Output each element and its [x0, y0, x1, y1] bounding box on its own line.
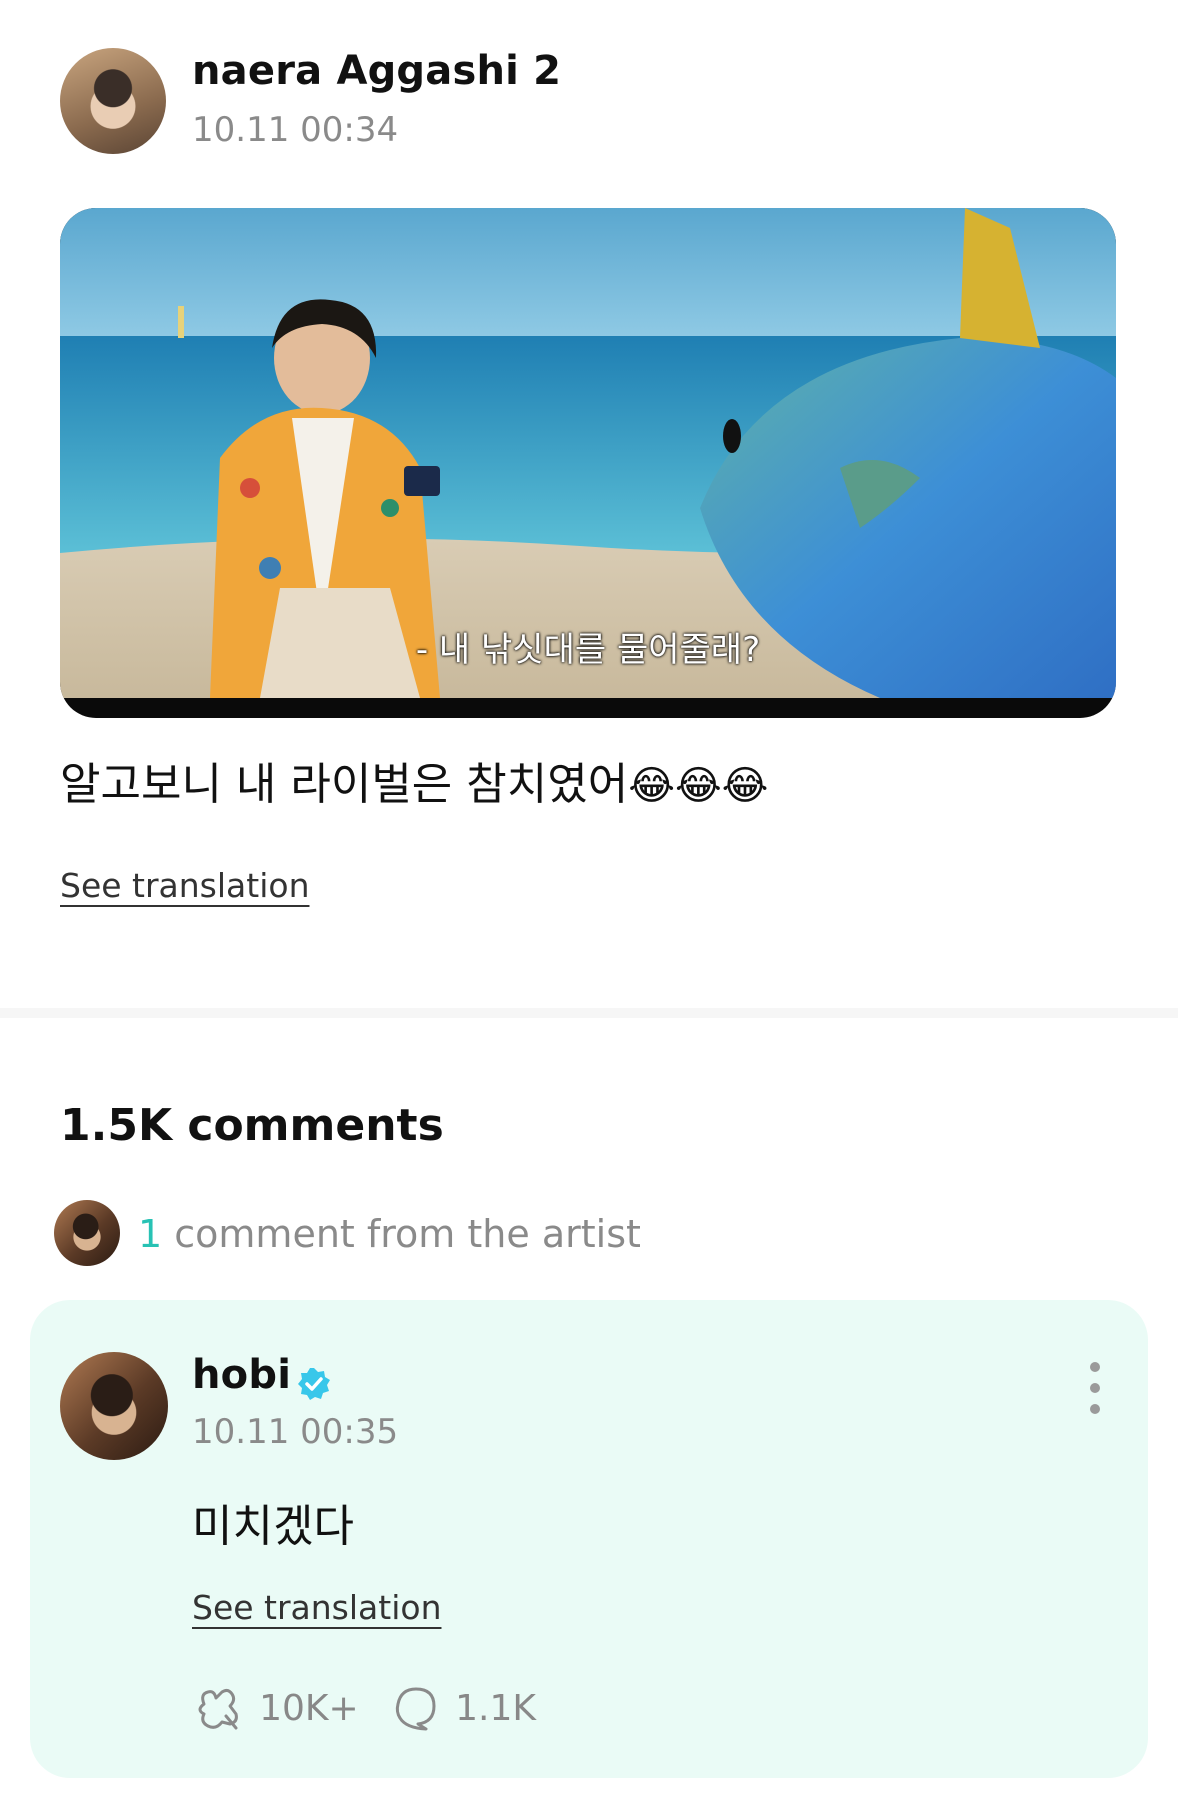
post-image[interactable]: - 내 낚싯대를 물어줄래? — [60, 208, 1116, 718]
reply-button[interactable]: 1.1K — [392, 1684, 536, 1734]
artist-comment-count: 1 — [138, 1212, 163, 1256]
like-count: 10K+ — [259, 1687, 359, 1729]
comment-see-translation-link[interactable]: See translation — [192, 1588, 441, 1627]
verified-badge-icon — [298, 1367, 331, 1400]
post-text: 알고보니 내 라이벌은 참치였어 — [60, 759, 629, 810]
comment-author-name[interactable]: hobi — [192, 1352, 291, 1398]
artist-comment-card[interactable]: hobi 10.11 00:35 미치겠다 See translation 10… — [30, 1300, 1148, 1778]
like-icon — [198, 1688, 238, 1730]
laughing-emoji: 😂😂😂 — [628, 763, 769, 809]
comment-timestamp: 10.11 00:35 — [192, 1412, 399, 1452]
comment-text: 미치겠다 — [192, 1501, 354, 1552]
artist-comment-text: comment from the artist — [162, 1212, 641, 1256]
comments-count-heading: 1.5K comments — [60, 1100, 444, 1151]
post-body: 알고보니 내 라이벌은 참치였어😂😂😂 — [60, 748, 768, 812]
comment-author-row: hobi — [192, 1352, 332, 1402]
like-button[interactable]: 10K+ — [192, 1684, 359, 1734]
comment-bubble-icon — [395, 1687, 436, 1731]
comment-author-avatar[interactable] — [60, 1352, 168, 1460]
artist-comment-label: 1 comment from the artist — [138, 1212, 641, 1256]
post-author-avatar[interactable] — [60, 48, 166, 154]
more-options-icon[interactable] — [1090, 1362, 1102, 1425]
reply-count: 1.1K — [455, 1687, 536, 1729]
artist-avatar — [54, 1200, 120, 1266]
post-author-name[interactable]: naera Aggashi 2 — [192, 48, 561, 94]
image-subtitle: - 내 낚싯대를 물어줄래? — [415, 630, 761, 670]
post-see-translation-link[interactable]: See translation — [60, 866, 309, 905]
section-divider — [0, 1008, 1178, 1018]
post-timestamp: 10.11 00:34 — [192, 110, 399, 150]
